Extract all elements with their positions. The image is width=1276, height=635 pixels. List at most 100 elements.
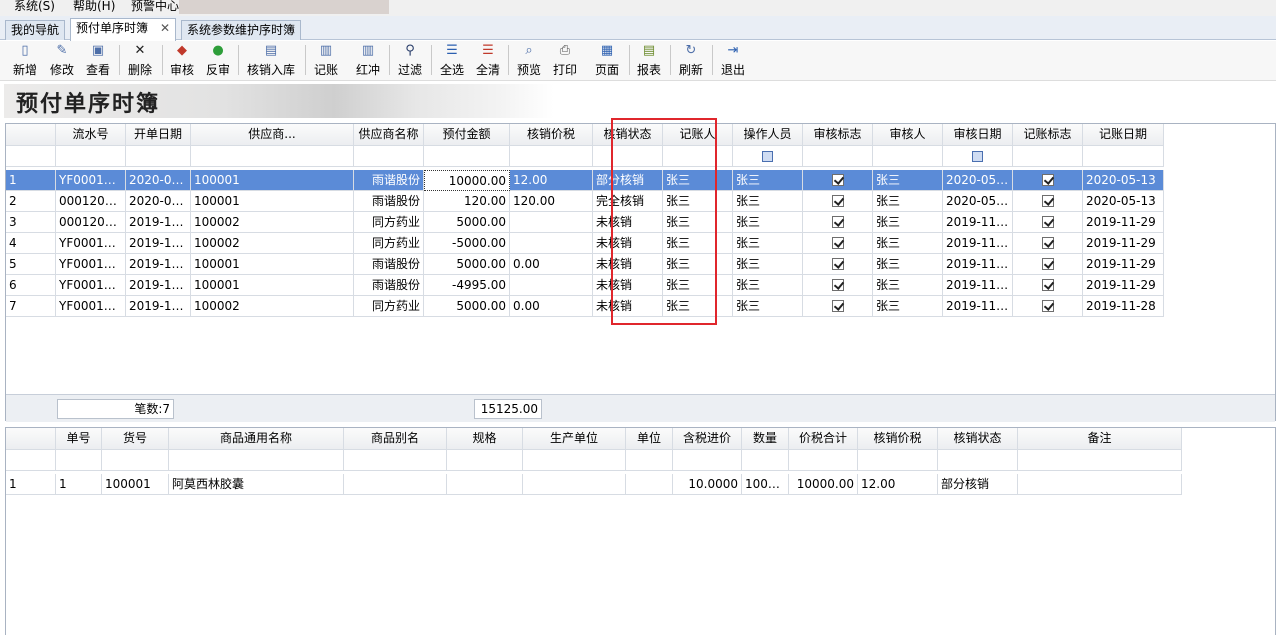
checkbox-icon[interactable] [831, 174, 844, 186]
tab-system-params[interactable]: 系统参数维护序时簿 [181, 20, 302, 40]
red-flush-button[interactable]: ▥ 红冲 [353, 42, 383, 80]
checkbox-icon[interactable] [1041, 216, 1054, 228]
supplier-name-cell[interactable]: 同方药业 [354, 296, 424, 317]
bill-date-cell[interactable]: 2020-04-30 [126, 191, 191, 212]
filter-button[interactable]: ⚲ 过滤 [395, 42, 425, 80]
checkbox-icon[interactable] [831, 300, 844, 312]
audit-date-cell[interactable]: 2019-11-29 [943, 212, 1013, 233]
column-header-manufacturer[interactable]: 生产单位 [523, 428, 626, 450]
auditor-cell[interactable]: 张三 [873, 233, 943, 254]
operator-cell[interactable]: 张三 [733, 296, 803, 317]
tax-total-cell[interactable]: 10000.00 [789, 474, 858, 495]
audit-date-cell[interactable]: 2019-11-29 [943, 233, 1013, 254]
filter-cell-writeoff-status[interactable] [938, 450, 1018, 471]
prepay-amount-cell[interactable]: 5000.00 [424, 212, 510, 233]
auditor-cell[interactable]: 张三 [873, 191, 943, 212]
column-header-operator[interactable]: 操作人员 [733, 124, 803, 146]
writeoff-tax-cell[interactable] [510, 212, 593, 233]
column-header-writeoff-tax[interactable]: 核销价税 [510, 124, 593, 146]
post-date-cell[interactable]: 2019-11-29 [1083, 233, 1164, 254]
filter-cell-tax-total[interactable] [789, 450, 858, 471]
column-header-tax-in-price[interactable]: 含税进价 [673, 428, 742, 450]
tab-my-navigation[interactable]: 我的导航 [5, 20, 66, 40]
column-header-tax-total[interactable]: 价税合计 [789, 428, 858, 450]
supplier-code-cell[interactable]: 100001 [191, 191, 354, 212]
menu-system[interactable]: 系统(S) [14, 0, 55, 14]
serial-no-cell[interactable]: YF000120200500... [56, 170, 126, 191]
operator-cell[interactable]: 张三 [733, 275, 803, 296]
audit-flag-cell[interactable] [803, 212, 873, 233]
supplier-code-cell[interactable]: 100001 [191, 254, 354, 275]
filter-cell-serial-no[interactable] [56, 146, 126, 167]
serial-no-cell[interactable]: YF000120191100... [56, 296, 126, 317]
unit-cell[interactable] [626, 474, 673, 495]
operator-cell[interactable]: 张三 [733, 233, 803, 254]
serial-no-cell[interactable]: YF000120191100... [56, 275, 126, 296]
bill-date-cell[interactable]: 2019-11-29 [126, 212, 191, 233]
goods-code-cell[interactable]: 100001 [102, 474, 169, 495]
filter-cell-alias[interactable] [344, 450, 447, 471]
filter-cell-supplier-name[interactable] [354, 146, 424, 167]
column-header-quantity[interactable]: 数量 [742, 428, 789, 450]
post-date-cell[interactable]: 2020-05-13 [1083, 191, 1164, 212]
filter-cell-audit-date[interactable] [943, 146, 1013, 167]
auditor-cell[interactable]: 张三 [873, 170, 943, 191]
operator-cell[interactable]: 张三 [733, 191, 803, 212]
supplier-name-cell[interactable]: 同方药业 [354, 212, 424, 233]
filter-cell-remark[interactable] [1018, 450, 1182, 471]
writeoff-tax-cell[interactable]: 12.00 [510, 170, 593, 191]
filter-cell-post-date[interactable] [1083, 146, 1164, 167]
writeoff-tax-cell[interactable]: 0.00 [510, 254, 593, 275]
unaudit-button[interactable]: ● 反审 [203, 42, 233, 80]
bill-date-cell[interactable]: 2019-11-28 [126, 296, 191, 317]
filter-cell-bill-date[interactable] [126, 146, 191, 167]
audit-flag-cell[interactable] [803, 275, 873, 296]
supplier-code-cell[interactable]: 100001 [191, 275, 354, 296]
checkbox-icon[interactable] [831, 237, 844, 249]
column-header-unit[interactable]: 单位 [626, 428, 673, 450]
column-header-post-date[interactable]: 记账日期 [1083, 124, 1164, 146]
supplier-code-cell[interactable]: 100001 [191, 170, 354, 191]
clear-all-button[interactable]: ☰ 全清 [473, 42, 503, 80]
new-button[interactable]: ▯ 新增 [10, 42, 40, 80]
writeoff-tax-cell[interactable]: 120.00 [510, 191, 593, 212]
column-header-writeoff-tax[interactable]: 核销价税 [858, 428, 938, 450]
prepay-amount-cell[interactable]: -4995.00 [424, 275, 510, 296]
filter-cell-audit-flag[interactable] [803, 146, 873, 167]
supplier-name-cell[interactable]: 同方药业 [354, 233, 424, 254]
post-date-cell[interactable]: 2019-11-29 [1083, 212, 1164, 233]
column-header-bill-date[interactable]: 开单日期 [126, 124, 191, 146]
supplier-code-cell[interactable]: 100002 [191, 233, 354, 254]
post-flag-cell[interactable] [1013, 233, 1083, 254]
prepay-amount-cell[interactable]: 120.00 [424, 191, 510, 212]
view-button[interactable]: ▣ 查看 [83, 42, 113, 80]
audit-date-cell[interactable]: 2019-11-28 [943, 296, 1013, 317]
post-date-cell[interactable]: 2019-11-28 [1083, 296, 1164, 317]
checkbox-icon[interactable] [1041, 174, 1054, 186]
bill-date-cell[interactable]: 2019-11-29 [126, 233, 191, 254]
supplier-name-cell[interactable]: 雨谐股份 [354, 275, 424, 296]
audit-flag-cell[interactable] [803, 296, 873, 317]
post-date-cell[interactable]: 2019-11-29 [1083, 275, 1164, 296]
column-header-audit-flag[interactable]: 审核标志 [803, 124, 873, 146]
filter-cell-supplier-code[interactable] [191, 146, 354, 167]
filter-checkbox-icon[interactable] [762, 151, 773, 162]
supplier-code-cell[interactable]: 100002 [191, 296, 354, 317]
column-header-post-flag[interactable]: 记账标志 [1013, 124, 1083, 146]
audit-date-cell[interactable]: 2019-11-29 [943, 275, 1013, 296]
operator-cell[interactable]: 张三 [733, 170, 803, 191]
column-header-supplier-code[interactable]: 供应商... [191, 124, 354, 146]
edit-button[interactable]: ✎ 修改 [47, 42, 77, 80]
preview-button[interactable]: ⌕ 预览 [514, 42, 544, 80]
delete-button[interactable]: ✕ 删除 [125, 42, 155, 80]
column-header-alias[interactable]: 商品别名 [344, 428, 447, 450]
column-header-goods-code[interactable]: 货号 [102, 428, 169, 450]
post-flag-cell[interactable] [1013, 212, 1083, 233]
column-header-writeoff-status[interactable]: 核销状态 [938, 428, 1018, 450]
post-flag-cell[interactable] [1013, 275, 1083, 296]
writeoff-tax-cell[interactable] [510, 233, 593, 254]
writeoff-tax-cell[interactable]: 0.00 [510, 296, 593, 317]
column-header-order-no[interactable]: 单号 [56, 428, 102, 450]
page-setup-button[interactable]: ▦ 页面 [592, 42, 622, 80]
writeoff-tax-cell[interactable]: 12.00 [858, 474, 938, 495]
